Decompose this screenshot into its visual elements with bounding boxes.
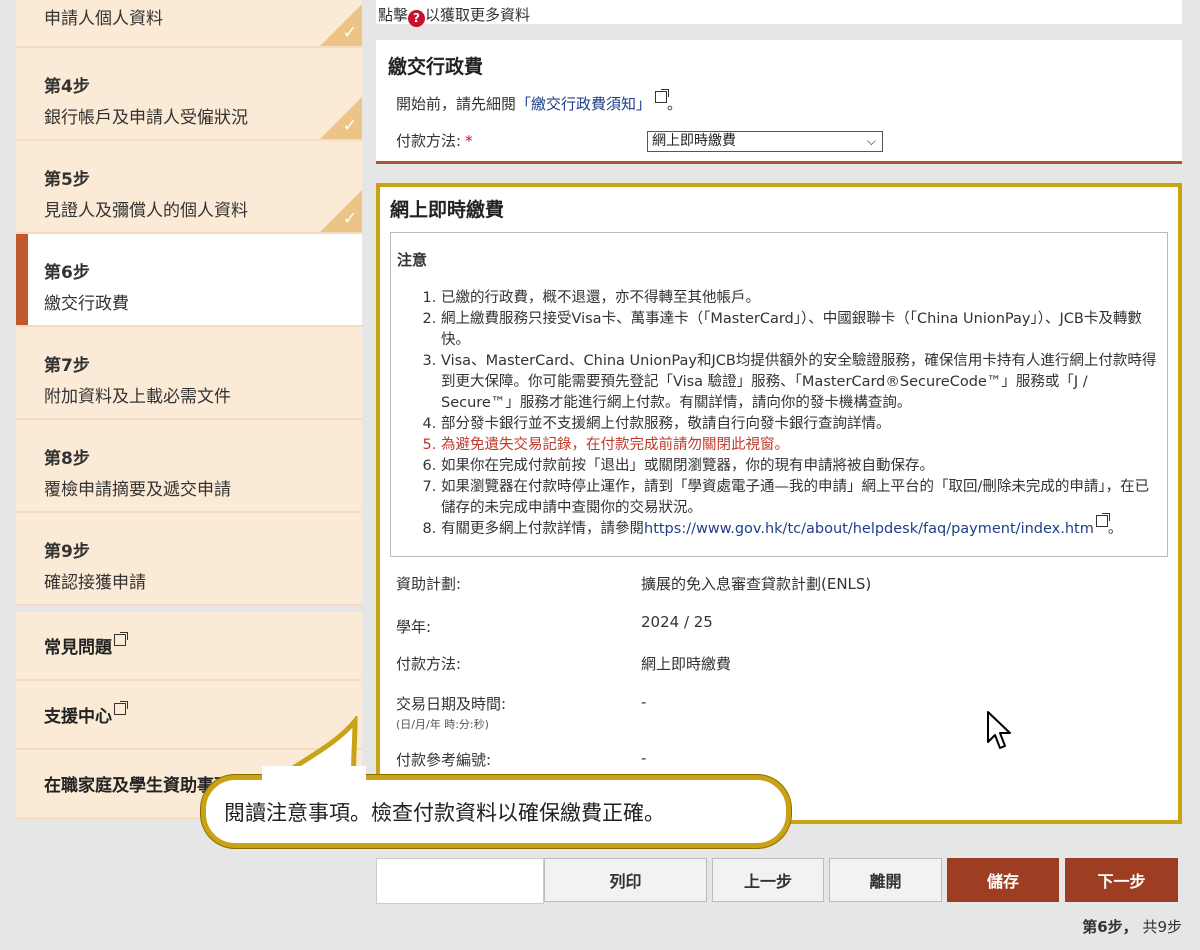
step-number: 第6步 [44, 263, 90, 283]
sidebar: 申請人個人資料 ✓ 第4步 銀行帳戶及申請人受僱狀況 ✓ 第5步 見證人及彌償人… [16, 0, 362, 819]
step-number: 第4步 [44, 77, 90, 97]
info-value: 擴展的免入息審查貸款計劃(ENLS) [641, 575, 872, 593]
payment-faq-link[interactable]: https://www.gov.hk/tc/about/helpdesk/faq… [644, 521, 1094, 537]
intro-suffix: 。 [667, 95, 683, 113]
info-value: 網上即時繳費 [641, 655, 732, 673]
info-label: 學年: [396, 618, 432, 636]
info-label: 資助計劃: [396, 575, 462, 593]
step-number: 第7步 [44, 356, 90, 376]
check-icon: ✓ [342, 209, 357, 229]
check-icon: ✓ [342, 23, 357, 43]
chevron-down-icon: ⌵ [866, 134, 876, 148]
print-button[interactable]: 列印 [544, 858, 707, 902]
external-link-icon [655, 89, 670, 103]
total-steps: 共9步 [1142, 918, 1182, 936]
info-label: 交易日期及時間: (日/月/年 時:分:秒) [390, 693, 641, 749]
fee-guide-link[interactable]: 「繳交行政費須知」 [516, 95, 651, 113]
leave-button[interactable]: 離開 [829, 858, 942, 902]
help-note-prefix: 點擊 [378, 6, 409, 24]
notice-item: 部分發卡銀行並不支援網上付款服務，敬請自行向發卡銀行查詢詳情。 [441, 414, 1161, 435]
online-payment-panel: 網上即時繳費 注意 已繳的行政費，概不退還，亦不得轉至其他帳戶。 網上繳費服務只… [376, 183, 1182, 824]
sidebar-step-7[interactable]: 第7步 附加資料及上載必需文件 [16, 327, 362, 420]
item-suffix: 。 [1107, 521, 1123, 537]
step-counter: 第6步， 共9步 [1082, 916, 1182, 937]
instruction-callout: 閱讀注意事項。檢查付款資料以確保繳費正確。 [201, 775, 791, 848]
step-number: 第5步 [44, 170, 90, 190]
notice-box: 注意 已繳的行政費，概不退還，亦不得轉至其他帳戶。 網上繳費服務只接受Visa卡… [390, 232, 1168, 557]
payment-method-value: 網上即時繳費 [652, 133, 736, 149]
step-name: 銀行帳戶及申請人受僱狀況 [44, 108, 248, 128]
sidebar-step-4[interactable]: 第4步 銀行帳戶及申請人受僱狀況 ✓ [16, 48, 362, 141]
next-button[interactable]: 下一步 [1065, 858, 1178, 902]
step-name: 申請人個人資料 [44, 9, 163, 29]
link-label: 支援中心 [44, 707, 112, 727]
payment-info: 資助計劃: 擴展的免入息審查貸款計劃(ENLS) 學年: 2024 / 25 付… [390, 573, 1168, 779]
previous-button[interactable]: 上一步 [712, 858, 824, 902]
notice-item: 如果瀏覽器在付款時停止運作，請到「學資處電子通—我的申請」網上平台的「取回/刪除… [441, 477, 1161, 519]
save-button[interactable]: 儲存 [947, 858, 1059, 902]
callout-tail-join [262, 766, 366, 780]
info-value: - [641, 693, 647, 711]
info-label-text: 交易日期及時間: [396, 695, 507, 713]
intro-text: 開始前，請先細閱 [396, 95, 517, 113]
action-bar: 列印 上一步 離開 儲存 下一步 [376, 858, 1182, 904]
info-row-scheme: 資助計劃: 擴展的免入息審查貸款計劃(ENLS) [390, 573, 1168, 613]
current-step: 第6步， [1082, 918, 1138, 936]
check-icon: ✓ [342, 116, 357, 136]
sidebar-step-6-active[interactable]: 第6步 繳交行政費 [16, 234, 362, 327]
notice-list: 已繳的行政費，概不退還，亦不得轉至其他帳戶。 網上繳費服務只接受Visa卡、萬事… [397, 288, 1161, 540]
external-link-icon [114, 700, 128, 715]
link-label: 常見問題 [44, 638, 112, 658]
payment-method-label: 付款方法: [396, 132, 462, 150]
step-name: 確認接獲申請 [44, 573, 146, 593]
info-row-method: 付款方法: 網上即時繳費 [390, 653, 1168, 693]
main-content: 點擊? 以獲取更多資料 繳交行政費 開始前，請先細閱「繳交行政費須知」。 付款方法… [376, 0, 1182, 824]
info-row-year: 學年: 2024 / 25 [390, 613, 1168, 653]
sidebar-step-9[interactable]: 第9步 確認接獲申請 [16, 513, 362, 606]
step-name: 附加資料及上載必需文件 [44, 387, 231, 407]
fee-intro: 開始前，請先細閱「繳交行政費須知」。 [388, 89, 1170, 114]
help-note: 點擊? 以獲取更多資料 [376, 0, 1182, 27]
external-link-icon [1095, 513, 1110, 527]
payment-method-select[interactable]: 網上即時繳費 ⌵ [647, 131, 883, 152]
notice-item: 有關更多網上付款詳情，請參閱https://www.gov.hk/tc/abou… [441, 513, 1161, 540]
notice-title: 注意 [397, 251, 428, 269]
info-label-sub: (日/月/年 時:分:秒) [396, 718, 489, 731]
button-bar-spacer [376, 858, 544, 904]
sidebar-step-5[interactable]: 第5步 見證人及彌償人的個人資料 ✓ [16, 141, 362, 234]
help-icon[interactable]: ? [408, 10, 426, 27]
step-name: 繳交行政費 [44, 294, 129, 314]
notice-item: 網上繳費服務只接受Visa卡、萬事達卡（「MasterCard」）、中國銀聯卡（… [441, 309, 1161, 351]
notice-item-warning: 為避免遺失交易記錄，在付款完成前請勿關閉此視窗。 [441, 435, 1161, 456]
step-number: 第8步 [44, 449, 90, 469]
sidebar-step-8[interactable]: 第8步 覆檢申請摘要及遞交申請 [16, 420, 362, 513]
notice-item: 如果你在完成付款前按「退出」或關閉瀏覽器，你的現有申請將被自動保存。 [441, 456, 1161, 477]
sidebar-step-3[interactable]: 申請人個人資料 ✓ [16, 0, 362, 48]
required-marker: * [465, 131, 473, 150]
info-value: 2024 / 25 [641, 613, 713, 631]
faq-link[interactable]: 常見問題 [16, 612, 362, 681]
step-number: 第9步 [44, 542, 90, 562]
mouse-cursor-icon [987, 711, 1011, 749]
help-note-suffix: 以獲取更多資料 [425, 6, 531, 24]
item-text: 有關更多網上付款詳情，請參閱 [441, 521, 644, 537]
info-row-datetime: 交易日期及時間: (日/月/年 時:分:秒) - [390, 693, 1168, 749]
step-name: 見證人及彌償人的個人資料 [44, 201, 248, 221]
section-title: 繳交行政費 [388, 56, 484, 78]
notice-item: 已繳的行政費，概不退還，亦不得轉至其他帳戶。 [441, 288, 1161, 309]
section-title: 網上即時繳費 [390, 199, 505, 221]
step-name: 覆檢申請摘要及遞交申請 [44, 480, 231, 500]
callout-text: 閱讀注意事項。檢查付款資料以確保繳費正確。 [224, 800, 665, 825]
external-link-icon [114, 631, 128, 646]
info-label: 付款方法: [396, 655, 462, 673]
notice-item: Visa、MasterCard、China UnionPay和JCB均提供額外的… [441, 351, 1161, 414]
